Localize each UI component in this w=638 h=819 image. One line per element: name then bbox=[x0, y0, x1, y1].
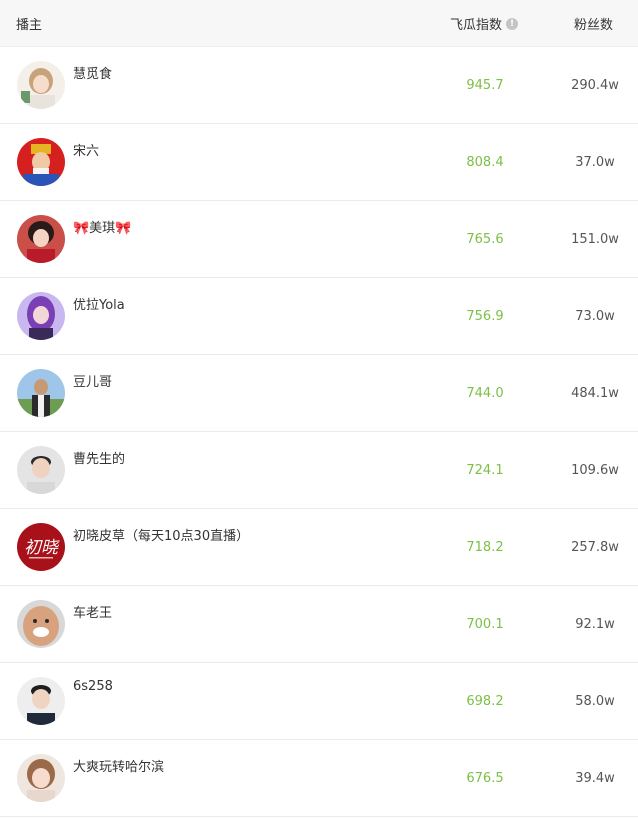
column-header-anchor: 播主 bbox=[16, 18, 43, 33]
fans-count: 290.4w bbox=[571, 78, 619, 93]
avatar[interactable] bbox=[17, 215, 65, 263]
anchor-name[interactable]: 豆儿哥 bbox=[73, 371, 112, 390]
index-value: 698.2 bbox=[466, 694, 504, 709]
anchor-name[interactable]: 慧觅食 bbox=[73, 63, 112, 82]
avatar[interactable] bbox=[17, 677, 65, 725]
table-row[interactable]: 豆儿哥 744.0 484.1w bbox=[0, 355, 638, 432]
column-header-index-label: 飞瓜指数 bbox=[450, 18, 503, 33]
fans-count: 257.8w bbox=[571, 540, 619, 555]
avatar[interactable] bbox=[17, 754, 65, 802]
anchor-name[interactable]: 曹先生的 bbox=[73, 448, 125, 467]
table-row[interactable]: 宋六 808.4 37.0w bbox=[0, 124, 638, 201]
table-row[interactable]: 曹先生的 724.1 109.6w bbox=[0, 432, 638, 509]
fans-count: 58.0w bbox=[575, 694, 615, 709]
info-icon[interactable]: ! bbox=[506, 17, 519, 30]
avatar[interactable] bbox=[17, 600, 65, 648]
anchor-name[interactable]: 6s258 bbox=[73, 679, 113, 694]
avatar[interactable] bbox=[17, 138, 65, 186]
fans-count: 92.1w bbox=[575, 617, 615, 632]
anchor-name[interactable]: 大爽玩转哈尔滨 bbox=[73, 756, 164, 775]
column-header-index[interactable]: 飞瓜指数 ! bbox=[450, 14, 519, 33]
index-value: 718.2 bbox=[466, 540, 504, 555]
column-header-fans[interactable]: 粉丝数 bbox=[574, 14, 613, 33]
avatar[interactable] bbox=[17, 292, 65, 340]
index-value: 676.5 bbox=[466, 771, 504, 786]
fans-count: 484.1w bbox=[571, 386, 619, 401]
anchor-name[interactable]: 宋六 bbox=[73, 140, 99, 159]
fans-count: 39.4w bbox=[575, 771, 615, 786]
table-row[interactable]: 优拉Yola 756.9 73.0w bbox=[0, 278, 638, 355]
avatar[interactable] bbox=[17, 61, 65, 109]
table-header: 播主 飞瓜指数 ! 粉丝数 bbox=[0, 0, 638, 47]
index-value: 700.1 bbox=[466, 617, 504, 632]
index-value: 808.4 bbox=[466, 155, 504, 170]
anchor-name[interactable]: 优拉Yola bbox=[73, 294, 125, 313]
svg-text:初晓: 初晓 bbox=[24, 538, 60, 558]
fans-count: 151.0w bbox=[571, 232, 619, 247]
fans-count: 109.6w bbox=[571, 463, 619, 478]
table-row[interactable]: 🎀美琪🎀 765.6 151.0w bbox=[0, 201, 638, 278]
fans-count: 37.0w bbox=[575, 155, 615, 170]
anchor-name[interactable]: 车老王 bbox=[73, 602, 112, 621]
table-row[interactable]: 大爽玩转哈尔滨 676.5 39.4w bbox=[0, 740, 638, 817]
fans-count: 73.0w bbox=[575, 309, 615, 324]
table-row[interactable]: 车老王 700.1 92.1w bbox=[0, 586, 638, 663]
table-row[interactable]: 初晓 初晓皮草（每天10点30直播） 718.2 257.8w bbox=[0, 509, 638, 586]
ranking-table: 播主 飞瓜指数 ! 粉丝数 慧觅食 945.7 290.4w 宋六 808.4 … bbox=[0, 0, 638, 817]
avatar[interactable] bbox=[17, 369, 65, 417]
avatar[interactable] bbox=[17, 446, 65, 494]
index-value: 724.1 bbox=[466, 463, 504, 478]
anchor-name[interactable]: 初晓皮草（每天10点30直播） bbox=[73, 525, 249, 544]
index-value: 945.7 bbox=[466, 78, 504, 93]
table-row[interactable]: 6s258 698.2 58.0w bbox=[0, 663, 638, 740]
index-value: 765.6 bbox=[466, 232, 504, 247]
index-value: 756.9 bbox=[466, 309, 504, 324]
table-row[interactable]: 慧觅食 945.7 290.4w bbox=[0, 47, 638, 124]
index-value: 744.0 bbox=[466, 386, 504, 401]
anchor-name[interactable]: 🎀美琪🎀 bbox=[73, 217, 131, 236]
avatar[interactable]: 初晓 bbox=[17, 523, 65, 571]
